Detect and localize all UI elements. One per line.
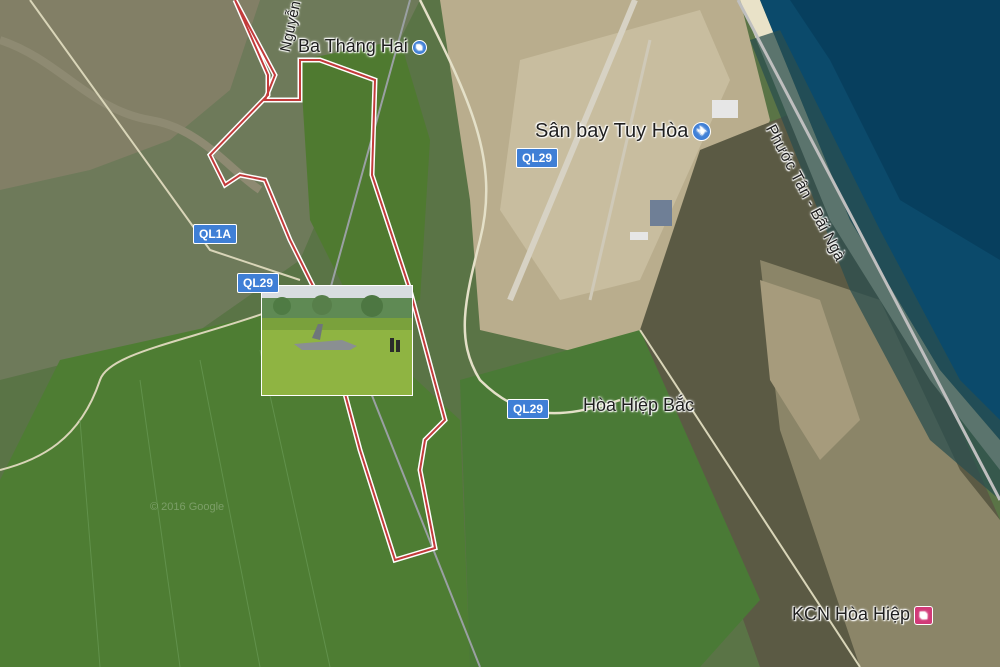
road-shield-ql29-bottom: QL29 bbox=[507, 399, 550, 419]
place-kcn-hoa-hiep[interactable]: KCN Hòa Hiệp ■ bbox=[792, 604, 934, 625]
crash-site-photo-image bbox=[262, 286, 412, 395]
place-ba-thang-hai[interactable]: Ba Tháng Hai ■ bbox=[298, 36, 427, 57]
crash-site-photo bbox=[261, 285, 413, 396]
place-hoa-hiep-bac[interactable]: Hòa Hiệp Bắc bbox=[583, 395, 694, 416]
road-shield-ql29-top: QL29 bbox=[516, 148, 559, 168]
airplane-icon: ✈ bbox=[692, 122, 712, 142]
place-ba-thang-hai-label: Ba Tháng Hai bbox=[298, 36, 408, 56]
bus-icon: ■ bbox=[411, 39, 427, 55]
place-san-bay-label: Sân bay Tuy Hòa bbox=[535, 120, 689, 142]
satellite-imagery: © 2016 Google bbox=[0, 0, 1000, 667]
svg-text:© 2016 Google: © 2016 Google bbox=[150, 501, 224, 513]
place-san-bay-tuy-hoa[interactable]: Sân bay Tuy Hòa ✈ bbox=[535, 120, 712, 143]
road-shield-ql1a: QL1A bbox=[193, 224, 238, 244]
satellite-map[interactable]: © 2016 Google Ba Tháng Hai ■ Nguyễn Văn S… bbox=[0, 0, 1000, 667]
road-shield-ql29-left: QL29 bbox=[237, 273, 280, 293]
place-kcn-hoa-hiep-label: KCN Hòa Hiệp bbox=[792, 604, 911, 624]
place-hoa-hiep-bac-label: Hòa Hiệp Bắc bbox=[583, 395, 695, 415]
factory-icon: ■ bbox=[914, 605, 934, 625]
